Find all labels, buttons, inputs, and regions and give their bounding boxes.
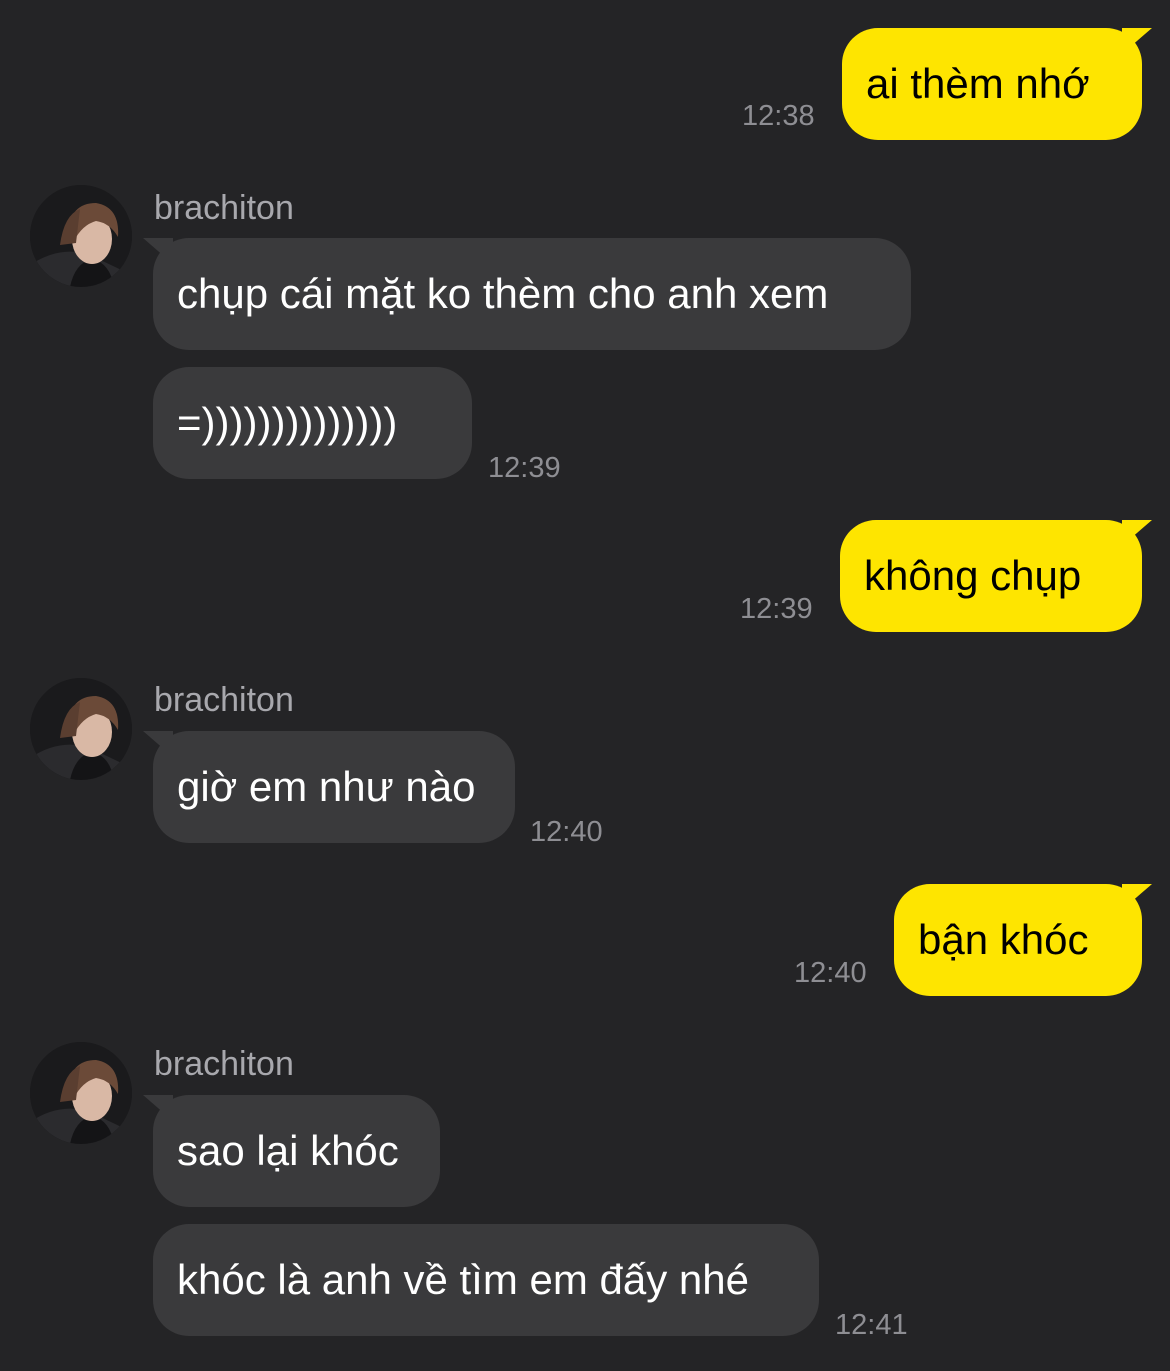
message-timestamp: 12:38 (742, 100, 815, 132)
sender-name: brachiton (154, 1045, 294, 1083)
sender-name: brachiton (154, 681, 294, 719)
sent-message-bubble[interactable]: ai thèm nhớ (842, 28, 1152, 140)
message-timestamp: 12:39 (740, 593, 813, 625)
received-message-bubble[interactable]: sao lại khóc (143, 1095, 440, 1207)
sent-message-bubble[interactable]: bận khóc (894, 884, 1152, 996)
received-message-bubble[interactable]: khóc là anh về tìm em đấy nhé (153, 1224, 819, 1336)
avatar-icon[interactable] (30, 1042, 132, 1144)
message-timestamp: 12:41 (835, 1309, 908, 1341)
sender-name: brachiton (154, 189, 294, 227)
avatar-icon[interactable] (30, 185, 132, 287)
received-message-bubble[interactable]: chụp cái mặt ko thèm cho anh xem (143, 238, 911, 350)
received-message-bubble[interactable]: =)))))))))))))) (153, 367, 472, 479)
received-message-bubble[interactable]: giờ em như nào (143, 731, 515, 843)
message-timestamp: 12:40 (530, 816, 603, 848)
avatar-icon[interactable] (30, 678, 132, 780)
message-timestamp: 12:39 (488, 452, 561, 484)
sent-message-bubble[interactable]: không chụp (840, 520, 1152, 632)
message-timestamp: 12:40 (794, 957, 867, 989)
